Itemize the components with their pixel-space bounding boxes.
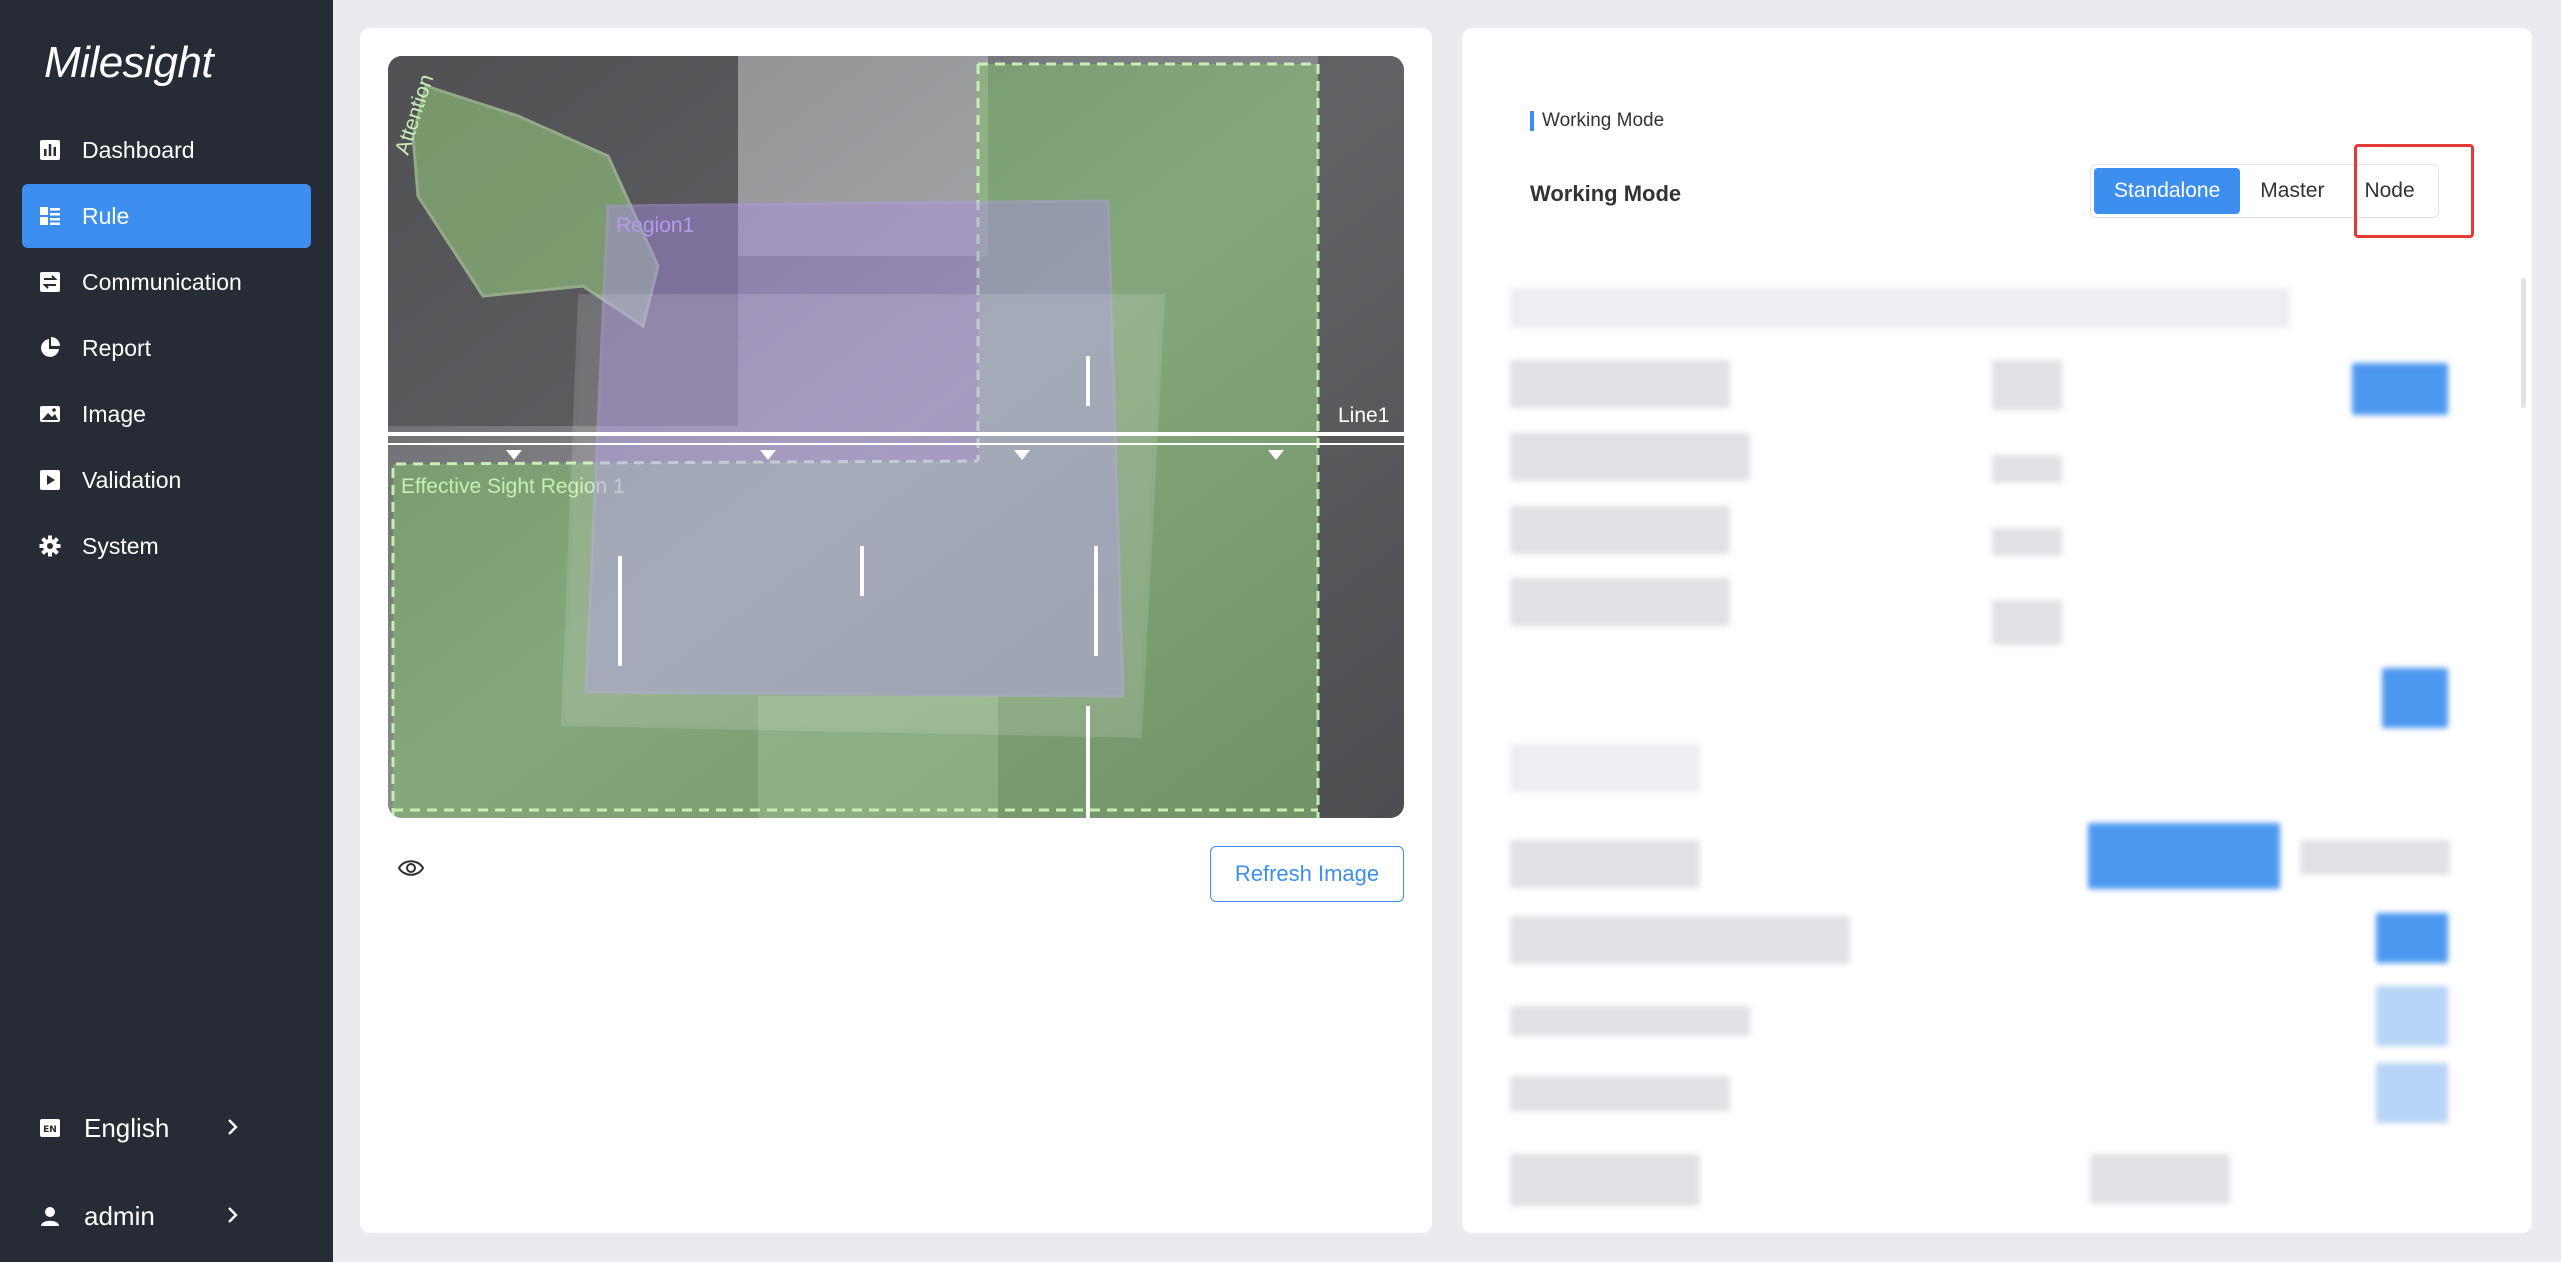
- blurred-value: [2090, 1154, 2230, 1204]
- blurred-value: [1992, 600, 2062, 645]
- blurred-toggle: [2376, 913, 2448, 963]
- blurred-label: [1510, 1076, 1730, 1111]
- user-label: admin: [84, 1200, 155, 1231]
- node-highlight-box: [2354, 144, 2474, 238]
- settings-panel: Working Mode Working Mode Standalone Mas…: [1462, 28, 2532, 1233]
- sidebar-item-label: Report: [82, 334, 152, 361]
- bar-chart-icon: [38, 138, 62, 162]
- en-icon: EN: [38, 1116, 62, 1140]
- rule-icon: [38, 204, 62, 228]
- sidebar-item-label: System: [82, 532, 159, 559]
- sidebar-item-system[interactable]: System: [22, 514, 311, 578]
- sidebar-item-rule[interactable]: Rule: [22, 184, 311, 248]
- user-menu[interactable]: admin: [22, 1186, 311, 1246]
- transfer-icon: [38, 270, 62, 294]
- section-marker: [1530, 111, 1534, 131]
- blurred-label: [1510, 1154, 1700, 1206]
- refresh-image-button[interactable]: Refresh Image: [1210, 846, 1404, 902]
- milesight-logo: Milesight: [44, 38, 214, 87]
- play-icon: [38, 468, 62, 492]
- sidebar-item-validation[interactable]: Validation: [22, 448, 311, 512]
- chevron-right-icon: [228, 1119, 238, 1135]
- blurred-label: [1510, 506, 1730, 554]
- pie-chart-icon: [38, 336, 62, 360]
- blurred-label: [1510, 360, 1730, 408]
- sidebar: Milesight Dashboard Rule Communication R…: [0, 0, 333, 1262]
- chevron-right-icon: [228, 1207, 238, 1223]
- eye-icon[interactable]: [396, 853, 426, 883]
- blurred-label: [1510, 578, 1730, 626]
- language-label: English: [84, 1112, 170, 1143]
- blurred-section: [1510, 744, 1700, 792]
- sidebar-item-dashboard[interactable]: Dashboard: [22, 118, 311, 182]
- section-title: Working Mode: [1530, 110, 1664, 132]
- sidebar-item-label: Image: [82, 400, 146, 427]
- scrollbar[interactable]: [2521, 278, 2526, 408]
- sidebar-item-report[interactable]: Report: [22, 316, 311, 380]
- line1-label: Line1: [1338, 404, 1389, 427]
- working-mode-label: Working Mode: [1530, 181, 1682, 206]
- blurred-label: [1510, 840, 1700, 888]
- blurred-toggle: [2382, 668, 2448, 728]
- blurred-toggle: [2376, 1063, 2448, 1123]
- sidebar-item-label: Rule: [82, 202, 130, 229]
- sidebar-item-image[interactable]: Image: [22, 382, 311, 446]
- sidebar-item-label: Validation: [82, 466, 182, 493]
- blurred-value: [1992, 360, 2062, 410]
- blurred-section: [1510, 288, 2290, 328]
- blurred-value: [1992, 528, 2062, 556]
- mode-standalone-button[interactable]: Standalone: [2094, 168, 2241, 214]
- user-icon: [38, 1204, 62, 1228]
- blurred-slider: [2088, 823, 2280, 889]
- blurred-label: [1510, 433, 1750, 481]
- region1-label: Region1: [616, 214, 694, 237]
- blurred-toggle: [2376, 986, 2448, 1046]
- sidebar-item-label: Dashboard: [82, 136, 195, 163]
- sidebar-item-label: Communication: [82, 268, 242, 295]
- sidebar-item-communication[interactable]: Communication: [22, 250, 311, 314]
- blurred-toggle: [2352, 363, 2448, 415]
- image-icon: [38, 402, 62, 426]
- svg-text:EN: EN: [43, 1125, 57, 1135]
- section-title-text: Working Mode: [1542, 110, 1665, 131]
- blurred-value: [2300, 840, 2450, 875]
- camera-view[interactable]: Effective Sight Region 1 Attention Regio…: [388, 56, 1404, 818]
- blurred-value: [1992, 455, 2062, 483]
- blurred-label: [1510, 916, 1850, 964]
- blurred-label: [1510, 1006, 1750, 1036]
- gear-icon: [38, 534, 62, 558]
- language-selector[interactable]: EN English: [22, 1098, 311, 1158]
- sidebar-nav: Dashboard Rule Communication Report Imag…: [22, 118, 311, 580]
- mode-master-button[interactable]: Master: [2240, 168, 2344, 214]
- camera-panel: Effective Sight Region 1 Attention Regio…: [360, 28, 1432, 1233]
